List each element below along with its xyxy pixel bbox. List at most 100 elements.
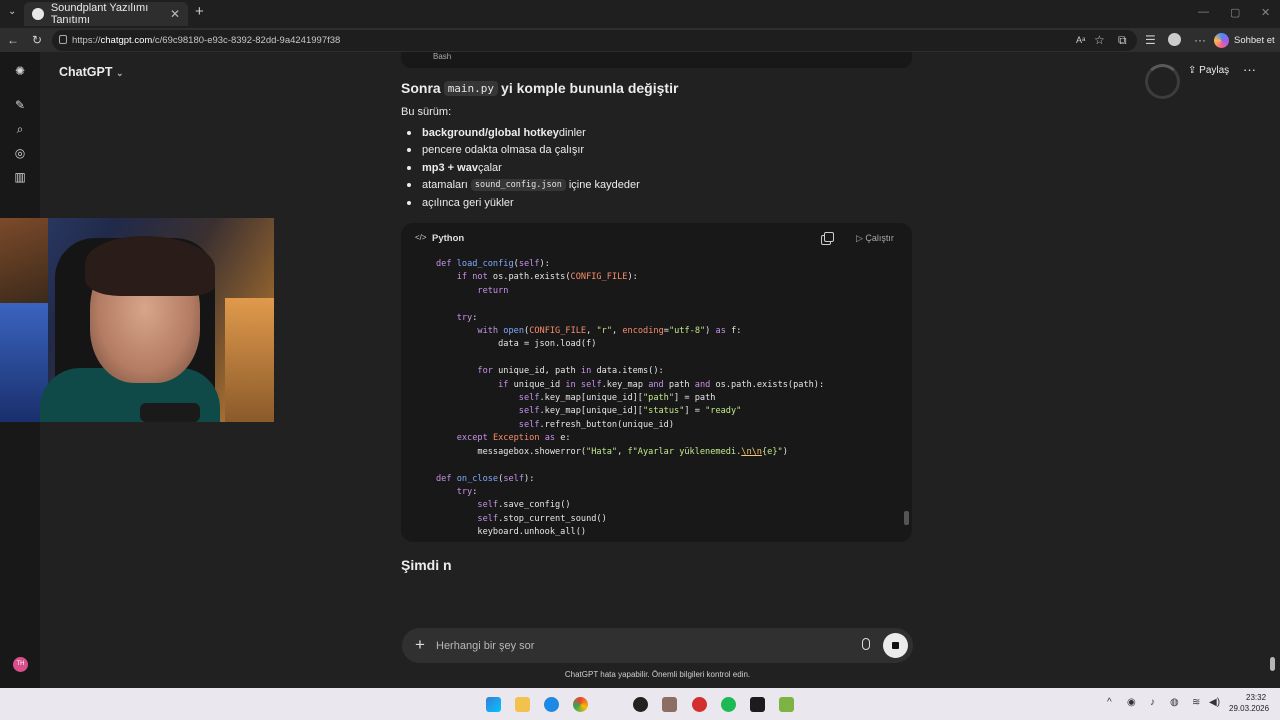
- message-heading: Sonra main.py yi komple bununla değiştir: [401, 80, 678, 96]
- previous-code-block: Bash: [401, 52, 912, 68]
- terminal-icon[interactable]: [750, 697, 765, 712]
- file-explorer-icon[interactable]: [515, 697, 530, 712]
- browser-tab-bar: ⌄ Soundplant Yazılımı Tanıtımı ✕ + — ▢ ✕: [0, 0, 1280, 28]
- model-picker[interactable]: ChatGPT ⌄: [59, 65, 124, 79]
- share-icon: ⇪: [1188, 65, 1200, 76]
- spotify-icon[interactable]: [721, 697, 736, 712]
- bullet-text: dinler: [558, 126, 586, 139]
- scrollbar-thumb[interactable]: [1270, 657, 1275, 671]
- tab-close-icon[interactable]: ✕: [170, 7, 180, 21]
- run-button[interactable]: ▷ Çalıştır: [856, 233, 894, 244]
- browser-tab[interactable]: Soundplant Yazılımı Tanıtımı ✕: [24, 2, 188, 26]
- app-red-icon[interactable]: [692, 697, 707, 712]
- bullet-bold: mp3 + wav: [422, 161, 478, 174]
- microphone: [140, 403, 200, 422]
- reload-icon[interactable]: ↻: [32, 33, 42, 47]
- windows-taskbar: [0, 688, 1280, 720]
- library-icon[interactable]: ▥: [13, 170, 27, 184]
- list-item: açılınca geri yükler: [407, 194, 640, 212]
- bullet-text: açılınca geri yükler: [422, 196, 514, 209]
- play-icon: ▷: [856, 233, 866, 243]
- heading-text-before: Sonra: [401, 80, 441, 96]
- chevron-down-icon: ⌄: [115, 68, 124, 78]
- copy-icon[interactable]: [821, 232, 834, 245]
- window-close-icon[interactable]: ✕: [1261, 6, 1270, 19]
- minimize-icon[interactable]: —: [1198, 6, 1209, 18]
- bullet-text: içine kaydeder: [568, 179, 640, 192]
- page-scrollbar[interactable]: [1269, 52, 1276, 688]
- chrome-icon[interactable]: [573, 697, 588, 712]
- copilot-button[interactable]: Sohbet et: [1214, 31, 1275, 49]
- code-language: Python: [432, 233, 465, 244]
- openai-logo-icon[interactable]: ✺: [13, 64, 27, 78]
- extensions-icon[interactable]: ⧉: [1118, 33, 1127, 48]
- volume-icon[interactable]: ◀): [1209, 697, 1220, 708]
- site-info-icon[interactable]: [59, 35, 67, 44]
- start-icon[interactable]: [486, 697, 501, 712]
- stop-generating-button[interactable]: [883, 633, 908, 658]
- code-block-header: </> Python ▷ Çalıştır: [401, 223, 912, 253]
- list-item: background/global hotkey dinler: [407, 124, 640, 142]
- new-tab-icon[interactable]: +: [195, 3, 204, 20]
- address-bar[interactable]: https://chatgpt.com/c/69c98180-e93c-8392…: [52, 30, 1137, 51]
- url-prefix: https://: [72, 35, 101, 46]
- prompt-input[interactable]: [436, 637, 836, 654]
- profile-avatar-icon[interactable]: [1168, 33, 1181, 46]
- bullet-text: pencere odakta olmasa da çalışır: [422, 144, 585, 157]
- mic-tray-icon[interactable]: ♪: [1150, 697, 1155, 708]
- webcam-overlay: [0, 218, 274, 422]
- edge-icon[interactable]: [544, 697, 559, 712]
- code-content: def load_config(self): if not os.path.ex…: [436, 259, 825, 538]
- prev-code-lang: Bash: [433, 52, 452, 61]
- disclaimer-text: ChatGPT hata yapabilir. Önemli bilgileri…: [564, 670, 751, 679]
- clock-time[interactable]: 23:32: [1246, 693, 1266, 702]
- back-icon[interactable]: ←: [7, 33, 19, 47]
- clock-date[interactable]: 29.03.2026: [1229, 704, 1269, 713]
- tab-list-chevron-icon[interactable]: ⌄: [8, 6, 16, 17]
- code-block: </> Python ▷ Çalıştır def load_config(se…: [401, 223, 912, 542]
- more-options-icon[interactable]: ···: [1243, 62, 1256, 77]
- run-label: Çalıştır: [865, 233, 894, 243]
- copilot-label: Sohbet et: [1234, 34, 1275, 46]
- code-scrollbar-thumb[interactable]: [904, 511, 909, 525]
- list-item: atamaları sound_config.json içine kaydeder: [407, 177, 640, 195]
- maximize-icon[interactable]: ▢: [1230, 6, 1240, 19]
- list-item: mp3 + wav çalar: [407, 159, 640, 177]
- tray-overflow-icon[interactable]: ^: [1107, 697, 1112, 708]
- copilot-icon: [1214, 32, 1229, 48]
- favorite-star-icon[interactable]: ☆: [1094, 33, 1105, 47]
- favorites-icon[interactable]: ☰: [1145, 33, 1156, 47]
- browser-toolbar: ← ↻ https://chatgpt.com/c/69c98180-e93c-…: [0, 28, 1280, 52]
- steam-icon[interactable]: ◉: [1127, 697, 1136, 708]
- heading-inline-code: main.py: [443, 80, 499, 96]
- url-path: /c/69c98180-e93c-8392-82dd-9a4241997f38: [152, 35, 341, 46]
- app-icon[interactable]: [662, 697, 677, 712]
- loading-spinner-icon: [1145, 64, 1180, 99]
- new-chat-icon[interactable]: ✎: [13, 98, 27, 112]
- streaming-text: Şimdi n: [401, 557, 452, 573]
- microphone-icon[interactable]: [862, 638, 870, 650]
- read-aloud-icon[interactable]: Aᵃ: [1076, 35, 1085, 45]
- network-icon[interactable]: ◍: [1170, 697, 1179, 708]
- feature-list: background/global hotkey dinler pencere …: [407, 124, 640, 212]
- message-intro: Bu sürüm:: [401, 106, 452, 118]
- add-attachment-icon[interactable]: +: [415, 635, 425, 655]
- bullet-inline-code: sound_config.json: [470, 179, 566, 192]
- chatgpt-favicon-icon: [32, 8, 44, 20]
- url-host: chatgpt.com: [100, 35, 153, 46]
- share-label: Paylaş: [1199, 65, 1230, 76]
- images-icon[interactable]: ◎: [13, 146, 27, 160]
- bullet-text: çalar: [477, 161, 502, 174]
- wifi-icon[interactable]: ≋: [1192, 697, 1200, 708]
- list-item: pencere odakta olmasa da çalışır: [407, 142, 640, 160]
- browser-menu-icon[interactable]: ···: [1194, 33, 1206, 47]
- share-button[interactable]: ⇪ Paylaş: [1188, 65, 1229, 76]
- composer: +: [402, 628, 913, 663]
- search-icon[interactable]: ⌕: [13, 122, 27, 136]
- notepad-icon[interactable]: [779, 697, 794, 712]
- wall-poster: [0, 218, 48, 303]
- code-icon: </>: [415, 233, 427, 242]
- tab-title: Soundplant Yazılımı Tanıtımı: [50, 2, 149, 26]
- model-label: ChatGPT: [59, 65, 113, 79]
- obs-icon[interactable]: [633, 697, 648, 712]
